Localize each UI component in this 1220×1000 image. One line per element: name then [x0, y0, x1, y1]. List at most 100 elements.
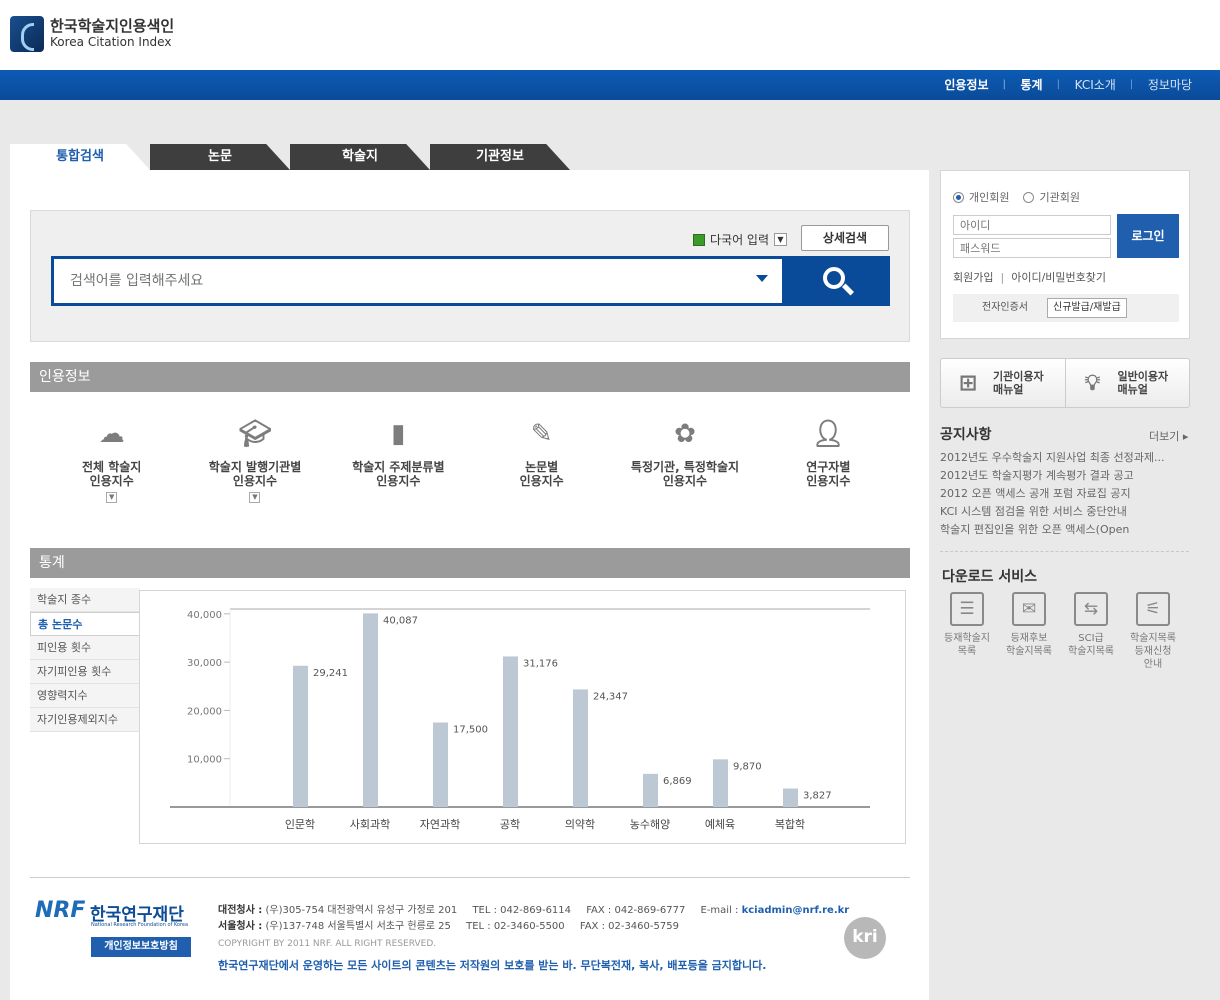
radio-institution[interactable]: 기관회원 — [1023, 189, 1080, 205]
radio-checked-icon — [953, 191, 964, 203]
logo-title-ko: 한국학술지인용색인 — [50, 17, 175, 35]
tab-papers[interactable]: 논문 — [150, 144, 290, 170]
tab-institutions[interactable]: 기관정보 — [430, 144, 570, 170]
id-input[interactable] — [953, 215, 1111, 235]
citation-section-title: 인용정보 — [30, 362, 910, 392]
certificate-button[interactable]: 신규발급/재발급 — [1047, 298, 1127, 318]
radio-icon — [1023, 191, 1035, 203]
bar — [363, 613, 378, 807]
notice-item[interactable]: 2012년도 학술지평가 계속평가 결과 공고 — [940, 467, 1190, 485]
bar — [433, 722, 448, 807]
download-application-guide[interactable]: ⚟ 학술지목록 등재신청 안내 — [1122, 592, 1184, 671]
kri-logo[interactable]: kri — [844, 917, 886, 959]
tab-journals[interactable]: 학술지 — [290, 144, 430, 170]
password-input[interactable] — [953, 238, 1111, 258]
stat-menu-excl-self[interactable]: 자기인용제외지수 — [30, 708, 140, 732]
citation-menu: ☁ 전체 학술지 인용지수 ▼ 🎓︎ 학술지 발행기관별 인용지수 ▼ ▮ 학술… — [40, 420, 900, 503]
y-tick-label: 20,000 — [187, 706, 222, 717]
notice-item[interactable]: 학술지 편집인을 위한 오픈 액세스(Open — [940, 521, 1190, 539]
email-link[interactable]: kciadmin@nrf.re.kr — [742, 905, 850, 916]
signpost-icon: ⇆ — [1074, 592, 1108, 626]
multilang-label: 다국어 입력 — [709, 233, 769, 247]
stat-menu-self-cited[interactable]: 자기피인용 횟수 — [30, 660, 140, 684]
search-field[interactable] — [51, 256, 785, 306]
cite-all-journals[interactable]: ☁ 전체 학술지 인용지수 ▼ — [40, 420, 183, 503]
stat-menu-journal-count[interactable]: 학술지 종수 — [30, 588, 140, 612]
stat-menu-total-papers[interactable]: 총 논문수 — [30, 612, 140, 636]
cloud-icon: ☁ — [98, 419, 125, 449]
general-user-manual-button[interactable]: 💡︎ 일반이용자 매뉴얼 — [1064, 359, 1190, 407]
cite-by-paper[interactable]: ✎ 논문별 인용지수 — [470, 420, 613, 503]
advanced-search-button[interactable]: 상세검색 — [801, 225, 889, 251]
nrf-logo[interactable]: NRF 한국연구재단 National Research Foundation … — [35, 898, 188, 928]
lightbulb-icon: 💡︎ — [1084, 370, 1101, 396]
notice-item[interactable]: KCI 시스템 점검을 위한 서비스 중단안내 — [940, 503, 1190, 521]
radio-personal[interactable]: 개인회원 — [953, 189, 1009, 205]
chevron-down-icon[interactable]: ▼ — [774, 233, 787, 246]
notice-more-link[interactable]: 더보기 ▸ — [1149, 428, 1188, 444]
org-chart-icon: ⊞ — [958, 370, 978, 396]
manual-buttons: ⊞ 기관이용자 매뉴얼 💡︎ 일반이용자 매뉴얼 — [940, 358, 1190, 408]
search-tabs: 통합검색 논문 학술지 기관정보 — [10, 144, 570, 170]
search-input[interactable] — [54, 259, 734, 303]
gnb-citation[interactable]: 인용정보 — [928, 70, 1004, 100]
notice-title: 공지사항 — [940, 427, 992, 443]
download-sci-journals[interactable]: ⇆ SCI급 학술지목록 — [1060, 592, 1122, 671]
chevron-down-icon[interactable]: ▼ — [249, 492, 261, 503]
x-category-label: 복합학 — [775, 818, 805, 831]
org-user-manual-button[interactable]: ⊞ 기관이용자 매뉴얼 — [941, 359, 1065, 407]
footer-divider — [30, 877, 910, 878]
bar — [783, 788, 798, 807]
nrf-name-en: National Research Foundation of Korea — [91, 922, 189, 928]
login-button[interactable]: 로그인 — [1117, 214, 1179, 258]
bar — [643, 773, 658, 807]
notice-item[interactable]: 2012년도 우수학술지 지원사업 최종 선정과제... — [940, 449, 1190, 467]
bar-value-label: 3,827 — [803, 791, 832, 802]
notice-item[interactable]: 2012 오픈 액세스 공개 포럼 자료집 공지 — [940, 485, 1190, 503]
x-category-label: 의약학 — [565, 817, 595, 831]
statistics-section-title: 통계 — [30, 548, 910, 578]
y-tick-label: 30,000 — [187, 658, 222, 669]
bar-value-label: 24,347 — [593, 691, 628, 702]
member-type: 개인회원 기관회원 — [953, 189, 1080, 205]
download-candidate-journals[interactable]: ✉ 등재후보 학술지목록 — [998, 592, 1060, 671]
x-category-label: 예체육 — [705, 818, 735, 831]
copyright: COPYRIGHT BY 2011 NRF. ALL RIGHT RESERVE… — [218, 939, 437, 949]
cite-by-researcher[interactable]: 👤︎ 연구자별 인용지수 — [757, 420, 900, 503]
site-logo[interactable]: 한국학술지인용색인 Korea Citation Index — [10, 16, 174, 52]
footer-address: 대전청사 : (우)305-754 대전광역시 유성구 가정로 201 TEL … — [218, 905, 850, 932]
bar — [713, 759, 728, 807]
bar — [293, 665, 308, 807]
list-document-icon: ☰ — [950, 592, 984, 626]
find-account-link[interactable]: 아이디/비밀번호찾기 — [1011, 271, 1106, 284]
graduation-cap-icon: 🎓︎ — [238, 419, 272, 449]
copyright-notice: 한국연구재단에서 운영하는 모든 사이트의 콘텐츠는 저작원의 보호를 받는 바… — [218, 959, 767, 972]
gnb-info[interactable]: 정보마당 — [1130, 70, 1208, 100]
multilang-input[interactable]: 다국어 입력 ▼ — [692, 231, 787, 248]
search-dropdown-icon[interactable] — [756, 275, 768, 282]
statistics-chart: 10,000 20,000 30,000 40,000 29,241 인문학 40,087 사… — [139, 590, 906, 844]
search-button[interactable] — [785, 256, 890, 306]
bar-value-label: 17,500 — [453, 724, 488, 735]
join-link[interactable]: 회원가입 — [953, 271, 993, 284]
x-category-label: 농수해양 — [630, 817, 670, 831]
x-category-label: 공학 — [500, 818, 520, 831]
gnb-statistics[interactable]: 통계 — [1003, 70, 1059, 100]
privacy-policy-button[interactable]: 개인정보보호방침 — [91, 937, 191, 957]
cite-by-subject[interactable]: ▮ 학술지 주제분류별 인용지수 — [327, 420, 470, 503]
login-box: 개인회원 기관회원 로그인 회원가입|아이디/비밀번호찾기 전자인증서 신규발급… — [940, 170, 1190, 339]
stat-menu-cited-count[interactable]: 피인용 횟수 — [30, 636, 140, 660]
cite-specific[interactable]: ✿ 특정기관, 특정학술지 인용지수 — [613, 420, 756, 503]
tab-integrated-search[interactable]: 통합검색 — [10, 144, 150, 170]
envelope-icon: ✉ — [1012, 592, 1046, 626]
sidebar-divider — [940, 551, 1189, 552]
bar-value-label: 9,870 — [733, 761, 762, 772]
gnb-about[interactable]: KCI소개 — [1057, 70, 1132, 100]
download-registered-journals[interactable]: ☰ 등재학술지 목록 — [936, 592, 998, 671]
chevron-right-icon: ▸ — [1182, 430, 1189, 443]
stat-menu-impact-factor[interactable]: 영향력지수 — [30, 684, 140, 708]
chevron-down-icon[interactable]: ▼ — [106, 492, 118, 503]
cite-by-publisher[interactable]: 🎓︎ 학술지 발행기관별 인용지수 ▼ — [183, 420, 326, 503]
global-nav: 인용정보 통계 KCI소개 정보마당 — [0, 70, 1220, 100]
y-tick-label: 10,000 — [187, 755, 222, 766]
